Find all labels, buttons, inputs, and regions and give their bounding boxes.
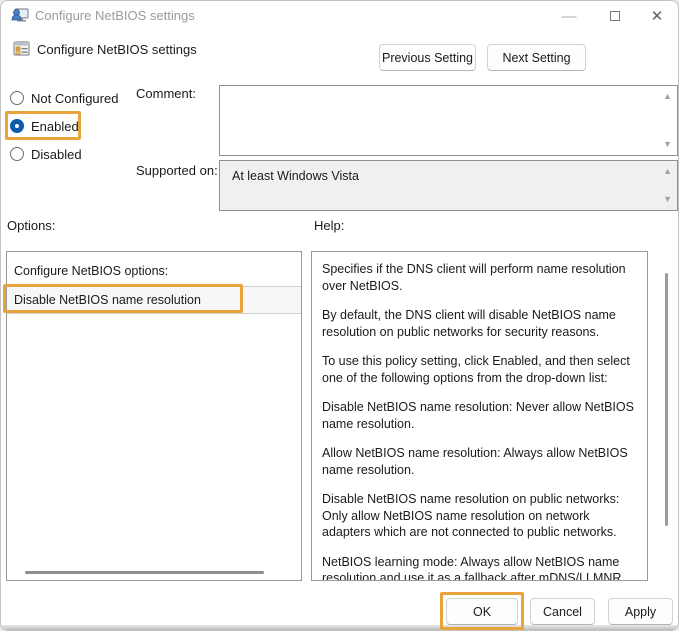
radio-label: Not Configured [31,90,119,106]
comment-label: Comment: [136,86,196,101]
cancel-button[interactable]: Cancel [530,598,595,625]
policy-setting-icon [13,40,30,57]
maximize-icon [610,11,620,21]
horizontal-scrollbar-thumb[interactable] [25,571,264,574]
options-label: Options: [7,218,56,233]
help-paragraph: Allow NetBIOS name resolution: Always al… [322,446,628,477]
dropdown-selected-value: Disable NetBIOS name resolution [14,293,201,307]
next-setting-button[interactable]: Next Setting [487,44,586,71]
help-paragraph: By default, the DNS client will disable … [322,308,616,339]
radio-selected-icon [10,119,24,133]
vertical-scrollbar-thumb[interactable] [665,273,668,526]
scroll-up-icon[interactable]: ▲ [663,92,672,101]
options-panel: Configure NetBIOS options: Disable NetBI… [6,251,302,581]
help-label: Help: [314,218,345,233]
scroll-down-icon[interactable]: ▼ [663,195,672,204]
comment-textarea[interactable]: ▲ ▼ [219,85,678,156]
supported-on-value: At least Windows Vista [232,169,359,183]
radio-not-configured[interactable]: Not Configured [10,90,118,106]
radio-label: Disabled [31,146,82,162]
help-paragraph: Specifies if the DNS client will perform… [322,262,626,293]
help-panel[interactable]: Specifies if the DNS client will perform… [311,251,648,581]
radio-disabled[interactable]: Disabled [10,146,82,162]
minimize-button[interactable]: — [552,1,586,31]
help-paragraph: Disable NetBIOS name resolution: Never a… [322,400,634,431]
radio-enabled[interactable]: Enabled [10,118,79,134]
apply-button[interactable]: Apply [608,598,673,625]
options-dropdown-label: Configure NetBIOS options: [14,264,169,278]
policy-name: Configure NetBIOS settings [37,42,197,57]
group-policy-icon [11,7,29,25]
netbios-options-dropdown[interactable]: Disable NetBIOS name resolution [7,286,301,314]
maximize-button[interactable] [598,1,632,31]
previous-setting-button[interactable]: Previous Setting [379,44,476,71]
window-title: Configure NetBIOS settings [35,8,195,23]
radio-icon [10,147,24,161]
close-button[interactable]: ✕ [640,1,674,31]
titlebar: Configure NetBIOS settings — ✕ [1,1,678,31]
supported-on-label: Supported on: [136,163,218,178]
ok-button[interactable]: OK [446,598,518,625]
supported-on-field: At least Windows Vista ▲ ▼ [219,160,678,211]
radio-label: Enabled [31,118,79,134]
help-paragraph: To use this policy setting, click Enable… [322,354,630,385]
radio-icon [10,91,24,105]
help-paragraph: NetBIOS learning mode: Always allow NetB… [322,554,622,581]
scroll-up-icon[interactable]: ▲ [663,167,672,176]
policy-settings-window: Configure NetBIOS settings — ✕ Configure… [0,0,679,631]
help-paragraph: Disable NetBIOS name resolution on publi… [322,492,620,539]
scroll-down-icon[interactable]: ▼ [663,140,672,149]
